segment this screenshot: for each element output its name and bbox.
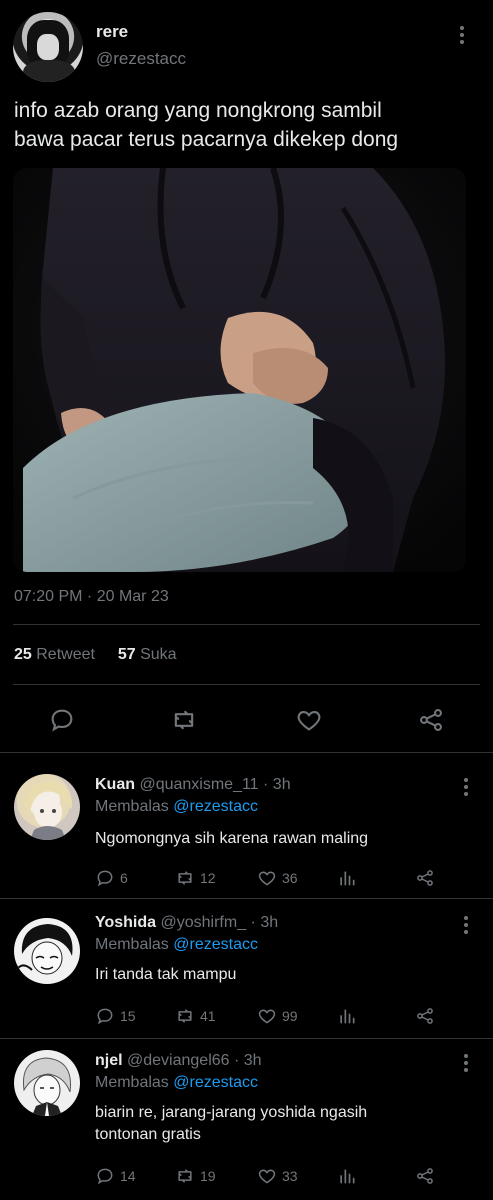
reply-actions: 6 12 36	[95, 866, 475, 890]
retweet-icon[interactable]: 12	[175, 866, 216, 890]
reply-avatar[interactable]	[14, 918, 80, 984]
reply-author-handle[interactable]: @quanxisme_11 · 3h	[139, 776, 290, 793]
reply-item[interactable]: njel @deviangel66 · 3h Membalas @rezesta…	[0, 1038, 493, 1200]
analytics-icon[interactable]	[337, 1004, 357, 1028]
replying-to: Membalas @rezestacc	[95, 936, 258, 953]
share-icon[interactable]	[415, 866, 435, 890]
tweet-media-image[interactable]	[13, 168, 466, 572]
author-name[interactable]: rere	[96, 22, 128, 42]
reply-actions: 14 19 33	[95, 1164, 475, 1188]
retweet-count[interactable]: 25	[14, 646, 32, 663]
replying-to-handle[interactable]: @rezestacc	[173, 798, 258, 815]
like-count[interactable]: 57	[118, 646, 136, 663]
retweet-label[interactable]: Retweet	[36, 646, 95, 663]
reply-author-handle[interactable]: @yoshirfm_ · 3h	[161, 914, 279, 931]
divider	[13, 684, 480, 685]
like-icon[interactable]: 99	[257, 1004, 298, 1028]
replying-to: Membalas @rezestacc	[95, 1074, 258, 1091]
replying-to-handle[interactable]: @rezestacc	[173, 1074, 258, 1091]
reply-actions: 15 41 99	[95, 1004, 475, 1028]
share-icon[interactable]	[415, 1004, 435, 1028]
retweet-icon[interactable]	[170, 706, 198, 734]
retweet-icon[interactable]: 19	[175, 1164, 216, 1188]
tweet-text: info azab orang yang nongkrong sambil ba…	[14, 99, 399, 151]
reply-text: Ngomongnya sih karena rawan maling	[95, 830, 369, 847]
reply-icon[interactable]: 14	[95, 1164, 136, 1188]
reply-icon[interactable]: 15	[95, 1004, 136, 1028]
replying-to: Membalas @rezestacc	[95, 798, 258, 815]
author-avatar[interactable]	[13, 12, 83, 82]
analytics-icon[interactable]	[337, 866, 357, 890]
like-icon[interactable]: 33	[257, 1164, 298, 1188]
reply-item[interactable]: Kuan @quanxisme_11 · 3h Membalas @rezest…	[0, 752, 493, 898]
more-icon[interactable]	[463, 1054, 469, 1075]
reply-avatar[interactable]	[14, 774, 80, 840]
replying-to-handle[interactable]: @rezestacc	[173, 936, 258, 953]
reply-author-name[interactable]: Kuan	[95, 776, 135, 793]
reply-meta: njel @deviangel66 · 3h	[95, 1052, 262, 1070]
tweet-stats: 25 Retweet 57 Suka	[14, 646, 177, 664]
reply-meta: Yoshida @yoshirfm_ · 3h	[95, 914, 278, 932]
reply-icon[interactable]: 6	[95, 866, 128, 890]
reply-avatar[interactable]	[14, 1050, 80, 1116]
analytics-icon[interactable]	[337, 1164, 357, 1188]
like-label[interactable]: Suka	[140, 646, 176, 663]
reply-icon[interactable]	[48, 706, 76, 734]
more-icon[interactable]	[463, 916, 469, 937]
share-icon[interactable]	[417, 706, 445, 734]
reply-author-handle[interactable]: @deviangel66 · 3h	[127, 1052, 262, 1069]
reply-item[interactable]: Yoshida @yoshirfm_ · 3h Membalas @rezest…	[0, 898, 493, 1038]
more-icon[interactable]	[459, 26, 465, 47]
reply-author-name[interactable]: njel	[95, 1052, 123, 1069]
reply-meta: Kuan @quanxisme_11 · 3h	[95, 776, 291, 794]
tweet-timestamp: 07:20 PM · 20 Mar 23	[14, 588, 169, 605]
reply-text: Iri tanda tak mampu	[95, 966, 237, 983]
like-icon[interactable]	[295, 706, 323, 734]
divider	[13, 624, 480, 625]
tweet-header: rere @rezestacc	[13, 12, 483, 82]
tweet-actions	[0, 702, 493, 738]
share-icon[interactable]	[415, 1164, 435, 1188]
more-icon[interactable]	[463, 778, 469, 799]
like-icon[interactable]: 36	[257, 866, 298, 890]
reply-text: biarin re, jarang-jarang yoshida ngasih …	[95, 1104, 368, 1143]
reply-author-name[interactable]: Yoshida	[95, 914, 156, 931]
author-handle[interactable]: @rezestacc	[96, 49, 186, 69]
retweet-icon[interactable]: 41	[175, 1004, 216, 1028]
